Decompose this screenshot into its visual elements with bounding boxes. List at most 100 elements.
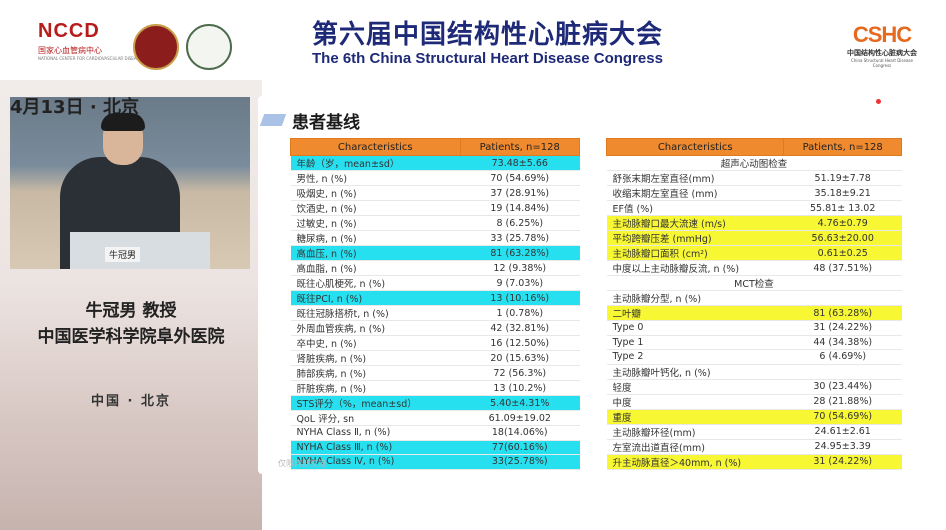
patient-value: 37 (28.91%)	[490, 187, 550, 199]
characteristic-label: 男性, n (%)	[296, 174, 348, 185]
characteristic-label: 肾脏疾病, n (%)	[296, 354, 367, 365]
patient-value: 31 (24.22%)	[813, 456, 873, 468]
table-row: 主动脉瓣环径(mm) 24.61±2.61	[606, 424, 902, 440]
characteristic-label: 中度	[612, 397, 632, 409]
table-row: QoL 评分, sn 61.09±19.02	[290, 410, 580, 426]
characteristic-label: 轻度	[612, 382, 632, 394]
table-row: 吸烟史, n (%) 37 (28.91%)	[290, 185, 580, 201]
congress-header: NCCD 国家心血管病中心 NATIONAL CENTER FOR CARDIO…	[0, 0, 946, 80]
characteristic-label: EF值 (%)	[612, 204, 653, 215]
characteristic-label: 卒中史, n (%)	[296, 339, 357, 350]
confidential-watermark: 仅限内部交流	[278, 459, 326, 468]
patient-value: 77(60.16%)	[491, 441, 548, 453]
table-row: NYHA Class Ⅳ, n (%) 33(25.78%)	[290, 454, 580, 470]
congress-title-cn: 第六届中国结构性心脏病大会	[312, 20, 664, 50]
characteristic-label: 主动脉瓣口面积 (cm²)	[612, 249, 708, 260]
patient-value: 9 (7.03%)	[496, 277, 544, 289]
presentation-slide: 患者基线 Characteristics Patients, n=128 年龄（…	[258, 96, 926, 474]
speaker-organization: 中国医学科学院阜外医院	[37, 327, 225, 347]
characteristic-label: 饮酒史, n (%)	[296, 204, 357, 215]
table-row: 二叶瓣 81 (63.28%)	[606, 305, 902, 321]
patient-value: 31 (24.22%)	[813, 322, 873, 334]
characteristic-label: 糖尿病, n (%)	[296, 234, 357, 245]
patient-value: 13 (10.2%)	[493, 382, 547, 394]
characteristic-label: Type 0	[612, 322, 644, 334]
characteristic-label: 主动脉瓣环径(mm)	[612, 427, 696, 439]
patient-value: 0.61±0.25	[817, 247, 868, 259]
patient-value: 1 (0.78%)	[496, 307, 544, 319]
characteristic-label: 高血脂, n (%)	[296, 264, 357, 275]
table-row: 收缩末期左室直径 (mm) 35.18±9.21	[606, 185, 902, 201]
society-seal-icon	[186, 24, 232, 70]
patient-value: 19 (14.84%)	[490, 202, 550, 214]
table-header-patients: Patients, n=128	[459, 138, 581, 156]
speaker-name-card: 牛冠男	[105, 247, 141, 262]
characteristic-label: 左室流出道直径(mm)	[612, 442, 705, 454]
patient-value: 16 (12.50%)	[490, 337, 550, 349]
characteristic-label: 吸烟史, n (%)	[296, 189, 357, 200]
patient-value: 56.63±20.00	[811, 232, 874, 244]
characteristic-label: 年龄（岁，mean±sd）	[296, 159, 400, 170]
table-row: 主动脉瓣分型, n (%)	[606, 290, 902, 306]
cshc-logo: CSHC 中国结构性心脏病大会 China Structural Heart D…	[842, 22, 922, 68]
characteristic-label: NYHA Class Ⅲ, n (%)	[296, 441, 393, 453]
patient-value: 51.19±7.78	[814, 172, 871, 184]
table-header-patients: Patients, n=128	[783, 138, 902, 156]
cshc-logo-en: China Structural Heart Disease Congress	[851, 58, 913, 68]
nccd-logo: NCCD 国家心血管病中心 NATIONAL CENTER FOR CARDIO…	[38, 20, 144, 61]
table-row: 高血脂, n (%) 12 (9.38%)	[290, 260, 580, 276]
table-row: 肝脏疾病, n (%) 13 (10.2%)	[290, 380, 580, 396]
section-label: MCT检查	[606, 275, 902, 291]
patient-value: 12 (9.38%)	[493, 262, 547, 274]
table-row: 重度 70 (54.69%)	[606, 409, 902, 425]
hospital-seal-icon	[133, 24, 179, 70]
characteristic-label: 既往PCI, n (%)	[296, 294, 363, 305]
table-row: 年龄（岁，mean±sd） 73.48±5.66	[290, 155, 580, 171]
characteristic-label: 主动脉瓣分型, n (%)	[612, 294, 702, 305]
pointer-dot-icon	[876, 99, 881, 104]
table-header-characteristics: Characteristics	[605, 138, 785, 156]
table-header-row: Characteristics Patients, n=128	[290, 138, 581, 156]
title-accent-icon	[259, 114, 287, 126]
table-row: 男性, n (%) 70 (54.69%)	[290, 170, 580, 186]
table-row: 既往PCI, n (%) 13 (10.16%)	[290, 290, 580, 306]
patient-value: 24.61±2.61	[814, 426, 871, 438]
patient-value: 42 (32.81%)	[490, 322, 550, 334]
patient-value: 44 (34.38%)	[813, 336, 873, 348]
table-row: Type 1 44 (34.38%)	[606, 335, 902, 351]
table-row: Type 0 31 (24.22%)	[606, 320, 902, 336]
table-row: NYHA Class Ⅲ, n (%) 77(60.16%)	[290, 440, 580, 456]
characteristic-label: 肺部疾病, n (%)	[296, 369, 367, 380]
table-row: Type 2 6 (4.69%)	[606, 349, 902, 365]
characteristic-label: Type 1	[612, 336, 644, 348]
patient-value: 30 (23.44%)	[813, 381, 873, 393]
table-row: 主动脉瓣叶钙化, n (%)	[606, 364, 902, 380]
patient-value: 33(25.78%)	[491, 456, 548, 468]
patient-value: 70 (54.69%)	[813, 411, 873, 423]
table-row: 肾脏疾病, n (%) 20 (15.63%)	[290, 350, 580, 366]
table-header-characteristics: Characteristics	[290, 138, 461, 156]
nccd-logo-en: NATIONAL CENTER FOR CARDIOVASCULAR DISEA…	[38, 56, 145, 61]
patient-value: 6 (4.69%)	[819, 351, 867, 363]
table-row: 饮酒史, n (%) 19 (14.84%)	[290, 200, 580, 216]
table-row: 左室流出道直径(mm) 24.95±3.39	[606, 439, 902, 455]
table-section-row: MCT检查	[606, 275, 902, 291]
table-row: EF值 (%) 55.81± 13.02	[606, 200, 902, 216]
characteristic-label: 肝脏疾病, n (%)	[296, 384, 367, 395]
characteristic-label: 升主动脉直径＞40mm, n (%)	[612, 457, 742, 469]
characteristic-label: QoL 评分, sn	[296, 414, 355, 425]
baseline-table-right: Characteristics Patients, n=128 超声心动图检查舒…	[605, 138, 902, 470]
speaker-location: 中国 · 北京	[91, 394, 171, 409]
table-row: 既往心肌梗死, n (%) 9 (7.03%)	[290, 275, 580, 291]
speaker-figure-hair	[101, 113, 145, 131]
table-row: 糖尿病, n (%) 33 (25.78%)	[290, 230, 580, 246]
section-label: 超声心动图检查	[606, 155, 902, 171]
patient-value: 48 (37.51%)	[813, 262, 873, 274]
patient-value: 18(14.06%)	[491, 427, 548, 439]
baseline-table-left: Characteristics Patients, n=128 年龄（岁，mea…	[290, 138, 581, 470]
table-row: 轻度 30 (23.44%)	[606, 379, 902, 395]
table-row: 中度以上主动脉瓣反流, n (%) 48 (37.51%)	[606, 260, 902, 276]
characteristic-label: STS评分（%，mean±sd）	[296, 399, 417, 410]
characteristic-label: 既往冠脉搭桥t, n (%)	[296, 309, 389, 320]
cshc-logo-cn: 中国结构性心脏病大会	[847, 49, 917, 57]
